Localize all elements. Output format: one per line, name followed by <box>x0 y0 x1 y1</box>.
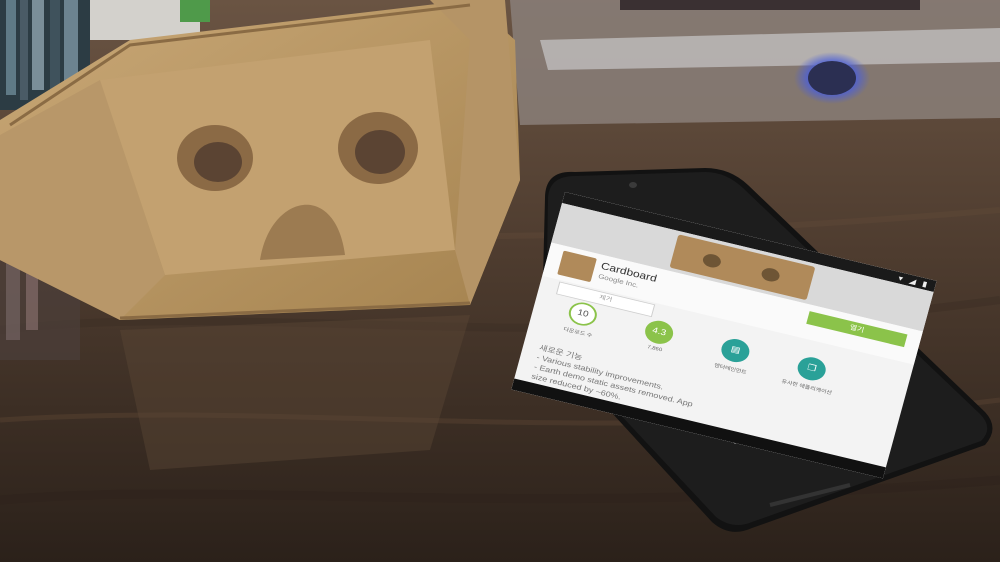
downloads-count: 10 <box>566 299 600 329</box>
category-icon: ▤ <box>718 336 753 365</box>
photo-scene: ▾ ◢ ▮ Cardboard Google Inc. 열기 제거 10 다운로… <box>0 0 1000 562</box>
rating-value: 4.3 <box>642 317 676 347</box>
similar-apps-icon: ❐ <box>794 354 829 384</box>
app-icon <box>557 250 597 283</box>
